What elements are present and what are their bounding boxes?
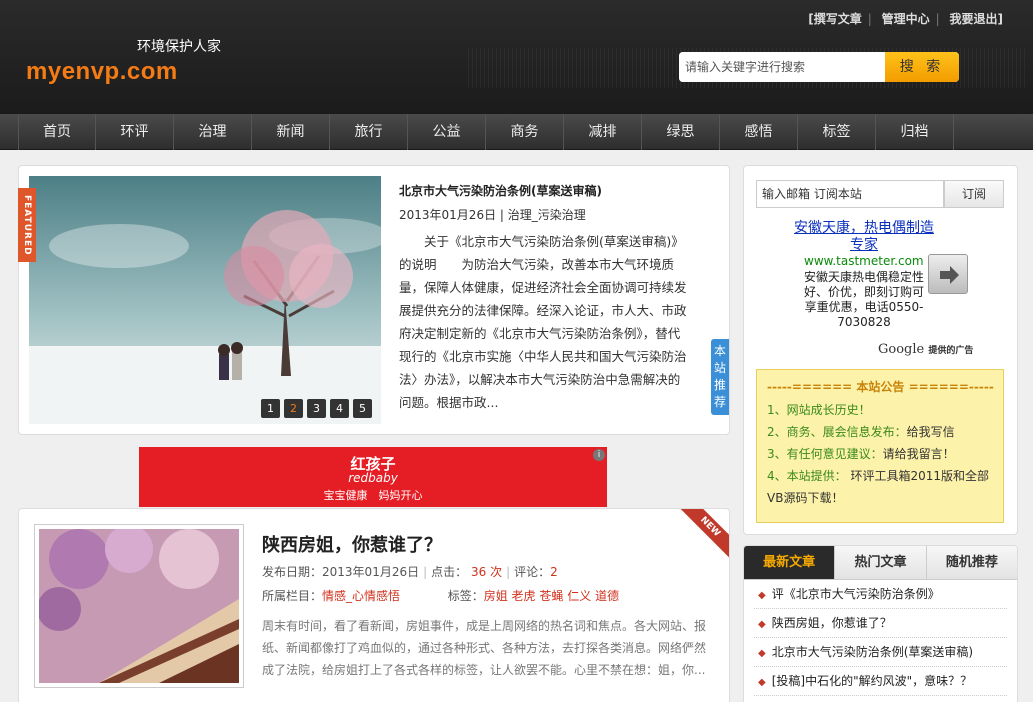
nav-item-travel[interactable]: 旅行 xyxy=(330,114,408,150)
search-box: 搜 索 xyxy=(679,52,959,82)
list-item[interactable]: ◆ 陕西房姐，你惹谁了？ xyxy=(754,609,1007,638)
post-tabs-widget: 最新文章 热门文章 随机推荐 ◆ 评《北京市大气污染防治条例》 ◆ 陕西房姐，你惹谁… xyxy=(743,545,1018,702)
notice-item[interactable]: 3、有任何意见建议：请给我留言！ xyxy=(767,443,993,465)
write-article-link[interactable]: [撰写文章 xyxy=(808,12,862,26)
slide-dot-1[interactable]: 1 xyxy=(261,399,280,418)
list-item[interactable]: ◆ 北京市大气污染防治条例(草案送审稿) xyxy=(754,638,1007,667)
clicks-label: 点击： xyxy=(431,565,468,579)
google-ad-text: 安徽天康热电偶稳定性好、价优，即刻订购可享重优惠，电话0550-7030828 xyxy=(803,270,924,329)
nav-item-eia[interactable]: 环评 xyxy=(96,114,174,150)
list-item[interactable]: ◆ 评《北京市大气污染防治条例》 xyxy=(754,580,1007,609)
slider-pagination: 1 2 3 4 5 xyxy=(261,399,372,418)
notice-title: -----====== 本站公告 ======----- xyxy=(767,380,994,394)
admin-center-link[interactable]: 管理中心 xyxy=(882,12,930,26)
featured-meta: 2013年01月26日 | 治理_污染治理 xyxy=(399,208,586,222)
featured-post: 1 2 3 4 5 FEATURED 北京市大气污染防治条例(草案送审稿) 20… xyxy=(18,165,730,435)
notice-item[interactable]: 4、本站提供： 环评工具箱2011版和全部VB源码下载！ xyxy=(767,465,993,509)
nav-item-business[interactable]: 商务 xyxy=(486,114,564,150)
google-logo: Google xyxy=(878,342,925,357)
article-date: 2013年01月26日 xyxy=(322,565,420,579)
article-title[interactable]: 陕西房姐，你惹谁了？ xyxy=(262,531,442,557)
featured-title[interactable]: 北京市大气污染防治条例(草案送审稿) xyxy=(399,182,602,199)
nav-item-home[interactable]: 首页 xyxy=(18,114,96,150)
latest-posts-list: ◆ 评《北京市大气污染防治条例》 ◆ 陕西房姐，你惹谁了？ ◆ 北京市大气污染防治条例… xyxy=(744,580,1017,696)
notice-item[interactable]: 2、商务、展会信息发布：给我写信 xyxy=(767,421,993,443)
tag-link[interactable]: 道德 xyxy=(595,589,619,603)
ad-banner[interactable]: 红孩子 redbaby 宝宝健康 妈妈开心 i xyxy=(139,447,607,507)
comments-label: 评论： xyxy=(514,565,551,579)
article-meta: 发布日期：2013年01月26日 | 点击： 36 次 | 评论：2 xyxy=(262,565,558,579)
sidebar-widget: 输入邮箱 订阅本站 订阅 安徽天康，热电偶制造专家 www.tastmeter.… xyxy=(743,165,1018,535)
recommend-tab[interactable]: 本站推荐 xyxy=(711,339,729,415)
ad-info-icon[interactable]: i xyxy=(593,449,605,461)
google-ad-title[interactable]: 安徽天康，热电偶制造专家 xyxy=(794,220,934,254)
list-item[interactable]: ◆ [投稿]中石化的"解约风波"，意味？？ xyxy=(754,667,1007,696)
tag-link[interactable]: 苍蝇 xyxy=(539,589,563,603)
tab-bar: 最新文章 热门文章 随机推荐 xyxy=(744,546,1017,580)
notice-item[interactable]: 1、网站成长历史！ xyxy=(767,399,993,421)
tag-link[interactable]: 老虎 xyxy=(512,589,536,603)
subscribe-email-field[interactable]: 输入邮箱 订阅本站 xyxy=(756,180,944,208)
tag-link[interactable]: 房姐 xyxy=(484,589,508,603)
category-label: 所属栏目： xyxy=(262,589,323,603)
lilac-book-image xyxy=(37,525,239,683)
featured-excerpt: 关于《北京市大气污染防治条例(草案送审稿)》的说明 为防治大气污染，改善本市大气… xyxy=(399,234,687,410)
site-tagline: 环境保护人家 xyxy=(137,39,221,55)
slide-dot-2[interactable]: 2 xyxy=(284,399,303,418)
category-link[interactable]: 情感_心情感悟 xyxy=(322,589,400,603)
nav-item-news[interactable]: 新闻 xyxy=(252,114,330,150)
nav-item-emission[interactable]: 减排 xyxy=(564,114,642,150)
nav-item-archive[interactable]: 归档 xyxy=(876,114,954,150)
comment-count[interactable]: 2 xyxy=(550,565,558,579)
tags-label: 标签： xyxy=(447,589,484,603)
nav-item-charity[interactable]: 公益 xyxy=(408,114,486,150)
nav-item-governance[interactable]: 治理 xyxy=(174,114,252,150)
featured-label: FEATURED xyxy=(18,188,36,262)
nav-item-tags[interactable]: 标签 xyxy=(798,114,876,150)
slide-dot-3[interactable]: 3 xyxy=(307,399,326,418)
nav-item-reflections[interactable]: 感悟 xyxy=(720,114,798,150)
google-ads-attribution: Google 提供的广告 xyxy=(878,342,973,357)
site-logo[interactable]: myenvp.com xyxy=(26,58,178,86)
ad-brand-en: redbaby xyxy=(348,471,398,485)
arrow-right-icon[interactable] xyxy=(928,254,968,294)
featured-tree-image xyxy=(29,176,381,424)
slide-dot-4[interactable]: 4 xyxy=(330,399,349,418)
date-label: 发布日期： xyxy=(262,565,323,579)
nav-item-green-thoughts[interactable]: 绿思 xyxy=(642,114,720,150)
featured-image[interactable]: 1 2 3 4 5 xyxy=(29,176,381,424)
ad-slogan: 宝宝健康 妈妈开心 xyxy=(323,489,423,502)
new-ribbon: NEW xyxy=(679,509,729,558)
logout-link[interactable]: 我要退出] xyxy=(950,12,1004,26)
article-excerpt: 周末有时间，看了看新闻，房姐事件，成是上周网络的热名词和焦点。各大网站、报纸、新… xyxy=(262,619,707,677)
main-nav: 首页 环评 治理 新闻 旅行 公益 商务 减排 绿思 感悟 标签 归档 xyxy=(0,114,1033,150)
search-input[interactable] xyxy=(679,52,885,82)
article-thumbnail[interactable] xyxy=(34,524,244,688)
tab-random[interactable]: 随机推荐 xyxy=(925,546,1017,579)
article-card: NEW 陕西房姐，你惹谁了？ 发布日期：2013年01月26日 | 点击： 36 次… xyxy=(18,508,730,702)
subscribe-button[interactable]: 订阅 xyxy=(944,180,1004,208)
tag-link[interactable]: 仁义 xyxy=(567,589,591,603)
slide-dot-5[interactable]: 5 xyxy=(353,399,372,418)
ads-by-label: 提供的广告 xyxy=(928,346,974,356)
google-ad-url[interactable]: www.tastmeter.com xyxy=(804,254,924,268)
site-header: 环境保护人家 myenvp.com [撰写文章| 管理中心| 我要退出] 搜 索 xyxy=(0,0,1033,114)
click-count: 36 次 xyxy=(471,565,503,579)
site-notice: -----====== 本站公告 ======----- 1、网站成长历史！ 2… xyxy=(756,369,1004,523)
search-button[interactable]: 搜 索 xyxy=(885,52,959,82)
tab-latest[interactable]: 最新文章 xyxy=(744,546,835,579)
top-links: [撰写文章 | 管理中心 | 我要退出] xyxy=(808,12,1004,26)
article-taxonomy: 所属栏目：情感_心情感悟 标签：房姐 老虎 苍蝇 仁义 道德 xyxy=(262,587,619,604)
tab-popular[interactable]: 热门文章 xyxy=(834,546,926,579)
